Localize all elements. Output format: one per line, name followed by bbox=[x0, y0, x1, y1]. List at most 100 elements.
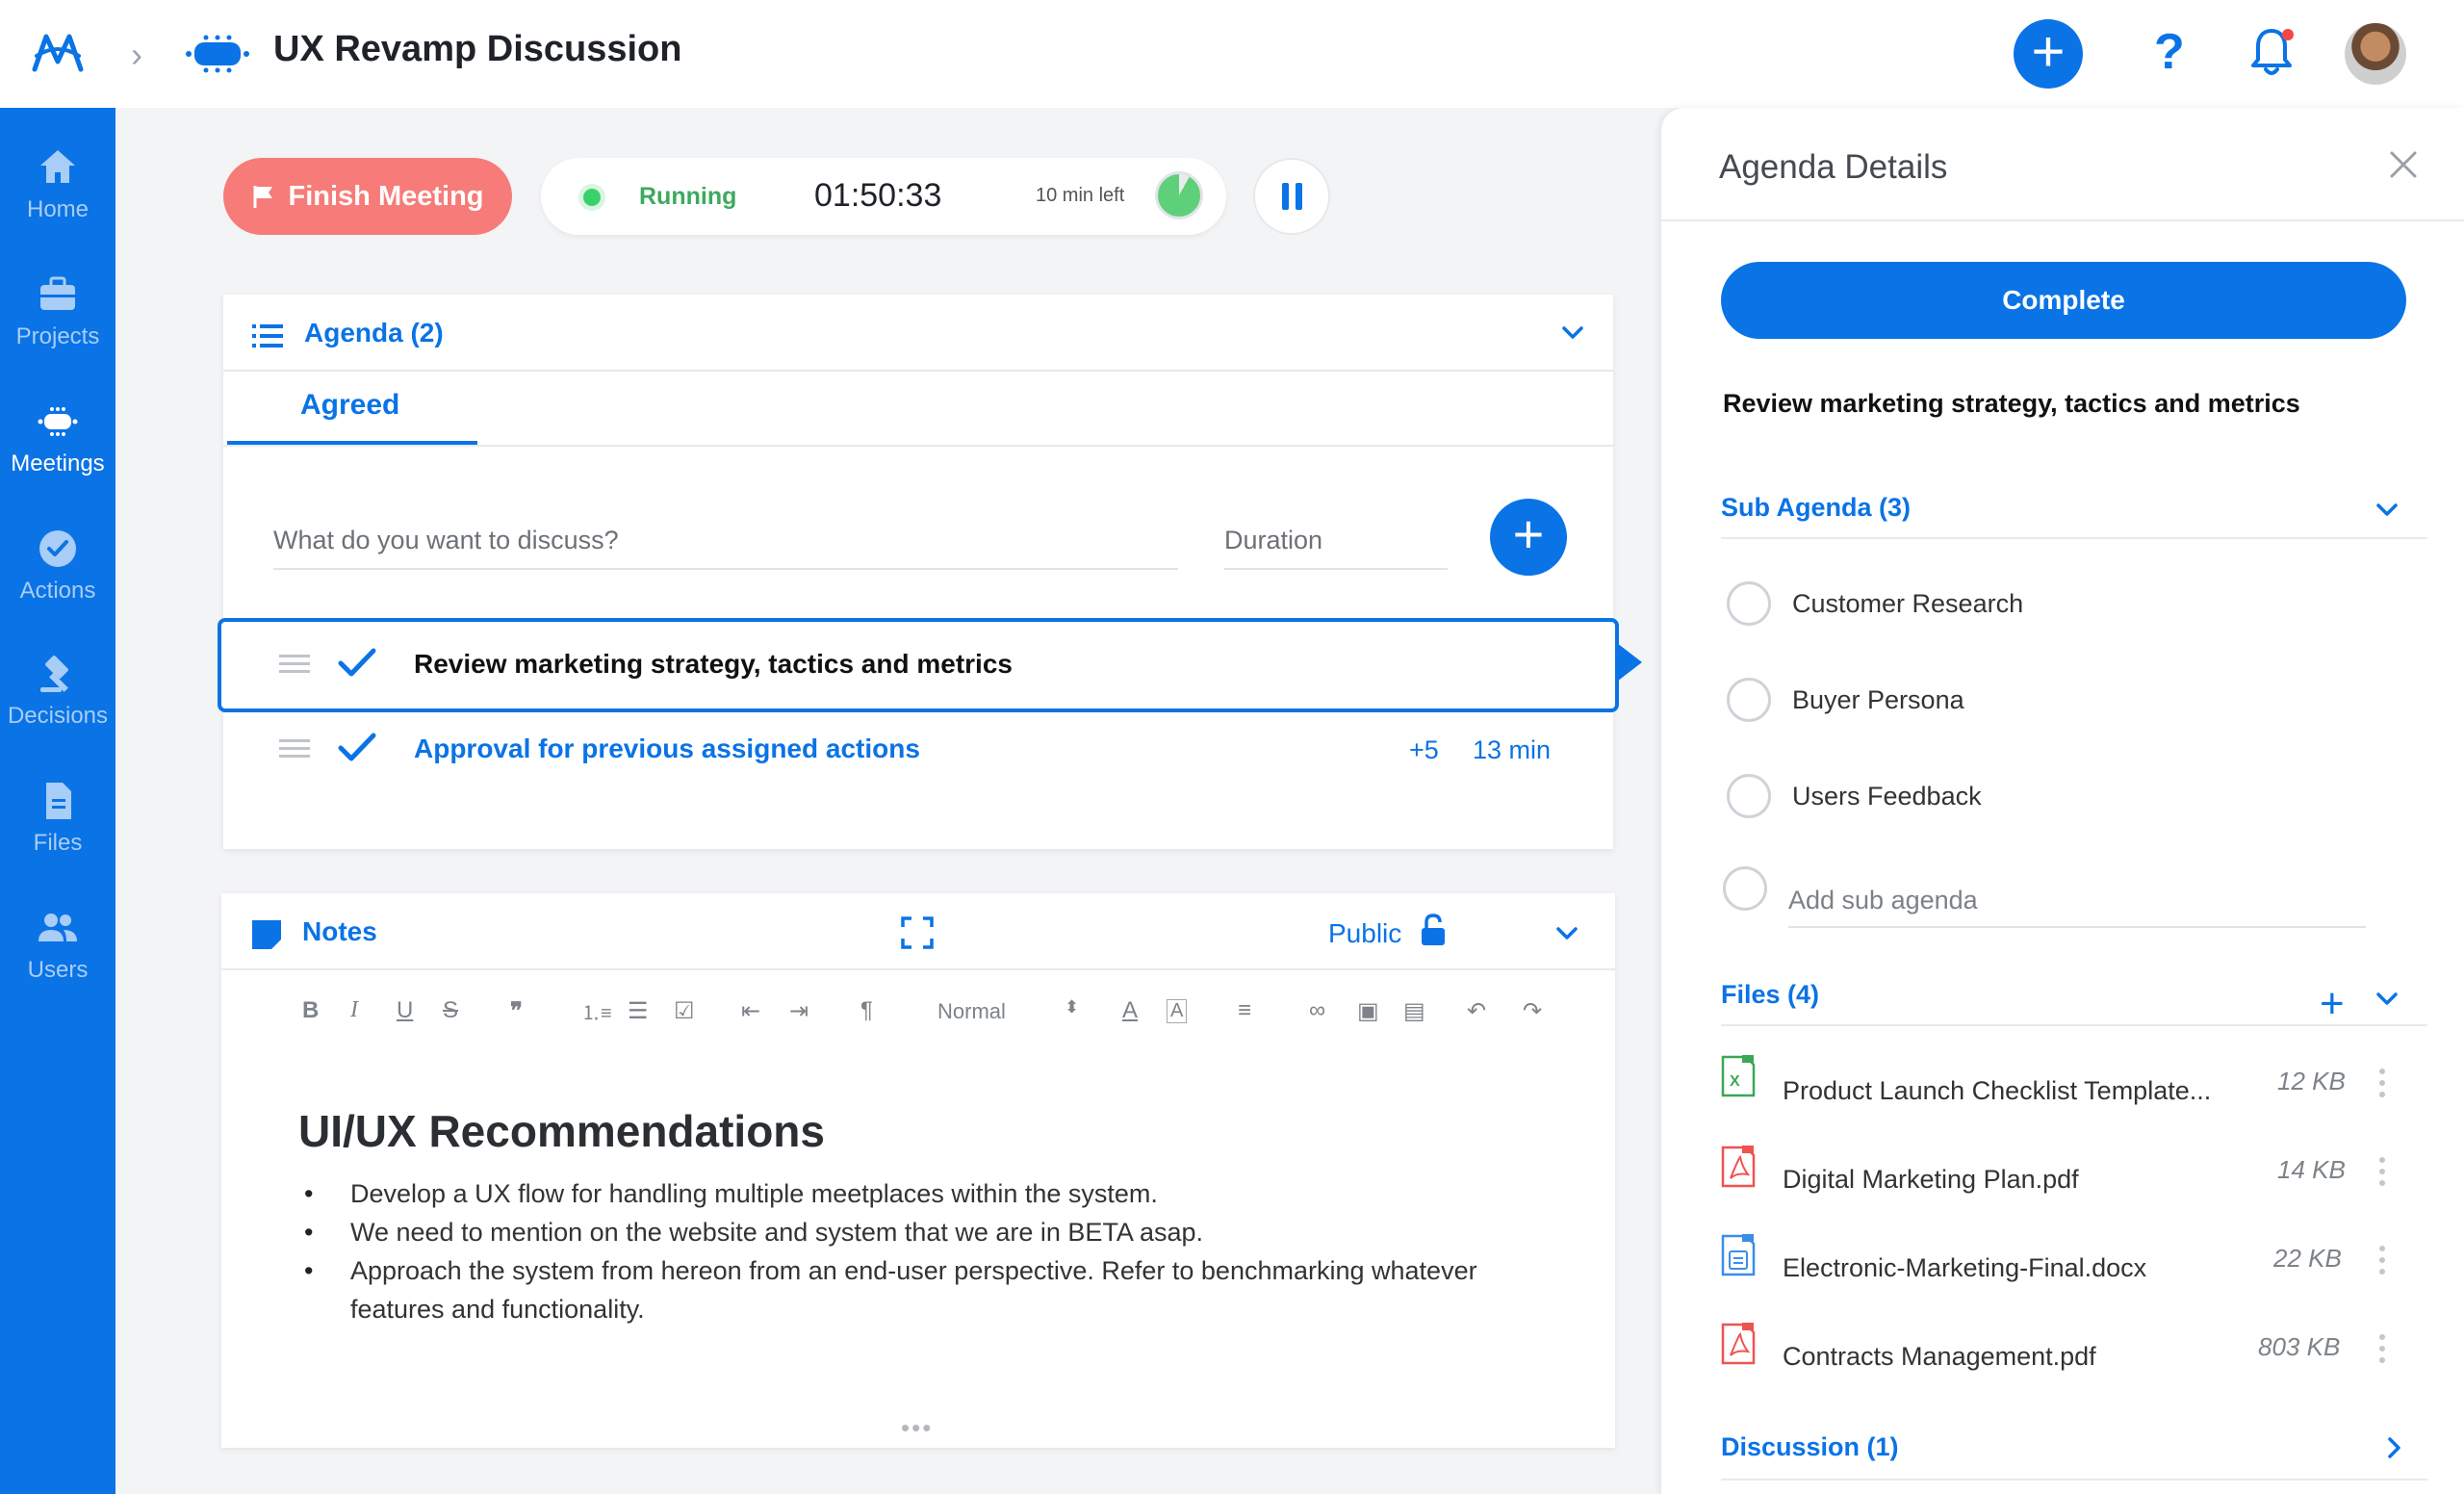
more-options-icon[interactable] bbox=[2379, 1157, 2387, 1192]
file-name[interactable]: Electronic-Marketing-Final.docx bbox=[1783, 1253, 2146, 1283]
visibility-label[interactable]: Public bbox=[1328, 918, 1401, 949]
file-size: 14 KB bbox=[2277, 1155, 2346, 1184]
sidebar: Home Projects Meetings Actions Decisions… bbox=[0, 108, 116, 1494]
close-icon[interactable] bbox=[2387, 148, 2420, 181]
sidebar-item-files[interactable]: Files bbox=[0, 780, 116, 895]
video-icon[interactable]: ▤ bbox=[1403, 997, 1425, 1025]
sub-agenda-checkbox[interactable] bbox=[1727, 774, 1771, 818]
indent-icon[interactable]: ⇥ bbox=[789, 997, 808, 1025]
chevron-down-icon[interactable] bbox=[1553, 920, 1580, 947]
more-options-icon[interactable] bbox=[2379, 1334, 2387, 1369]
highlight-icon[interactable]: A bbox=[1167, 999, 1188, 1023]
divider bbox=[223, 445, 1613, 447]
sidebar-item-decisions[interactable]: Decisions bbox=[0, 653, 116, 768]
plus-icon[interactable]: + bbox=[2014, 19, 2083, 89]
files-title[interactable]: Files (4) bbox=[1721, 980, 1819, 1010]
chevron-down-icon[interactable] bbox=[2374, 497, 2400, 524]
app-logo-icon[interactable] bbox=[27, 23, 89, 85]
complete-button[interactable]: Complete bbox=[1721, 262, 2406, 339]
notes-heading[interactable]: UI/UX Recommendations bbox=[298, 1105, 825, 1157]
agenda-item-text: Review marketing strategy, tactics and m… bbox=[414, 649, 1013, 679]
chevron-down-icon[interactable] bbox=[2374, 986, 2400, 1013]
chevron-down-icon[interactable] bbox=[1559, 320, 1586, 347]
outdent-icon[interactable]: ⇤ bbox=[741, 997, 760, 1025]
divider bbox=[223, 370, 1613, 372]
quote-icon[interactable]: ❞ bbox=[510, 997, 523, 1025]
agenda-card: Agenda (2) Agreed + bbox=[223, 295, 1613, 849]
tab-agreed[interactable]: Agreed bbox=[300, 389, 399, 422]
check-icon[interactable] bbox=[337, 647, 377, 680]
italic-icon[interactable]: I bbox=[350, 997, 358, 1023]
svg-text:X: X bbox=[1730, 1073, 1740, 1090]
underline-icon[interactable]: U bbox=[397, 997, 413, 1024]
users-icon bbox=[38, 914, 77, 941]
file-name[interactable]: Product Launch Checklist Template... bbox=[1783, 1076, 2211, 1106]
pause-icon bbox=[1295, 183, 1302, 210]
bold-icon[interactable]: B bbox=[302, 997, 319, 1024]
agenda-item-duration: 13 min bbox=[1473, 735, 1552, 764]
pause-button[interactable] bbox=[1253, 158, 1330, 235]
pdf-file-icon bbox=[1721, 1146, 1756, 1188]
resize-handle-icon[interactable]: ••• bbox=[901, 1413, 933, 1443]
list-icon bbox=[252, 324, 283, 348]
avatar[interactable] bbox=[2345, 23, 2406, 85]
sidebar-item-label: Home bbox=[26, 196, 90, 222]
file-name[interactable]: Contracts Management.pdf bbox=[1783, 1342, 2096, 1372]
file-name[interactable]: Digital Marketing Plan.pdf bbox=[1783, 1165, 2079, 1195]
strikethrough-icon[interactable]: S bbox=[443, 997, 458, 1024]
duration-input[interactable] bbox=[1224, 512, 1448, 570]
sidebar-item-actions[interactable]: Actions bbox=[0, 528, 116, 643]
more-options-icon[interactable] bbox=[2379, 1069, 2387, 1103]
elapsed-time: 01:50:33 bbox=[814, 177, 942, 214]
panel-title: Agenda Details bbox=[1719, 148, 1948, 186]
add-sub-agenda-input[interactable] bbox=[1788, 874, 2366, 928]
agenda-item-text[interactable]: Approval for previous assigned actions bbox=[414, 734, 920, 764]
divider bbox=[221, 968, 1615, 970]
sidebar-item-home[interactable]: Home bbox=[0, 146, 116, 262]
select-arrows-icon[interactable]: ⬍ bbox=[1065, 997, 1079, 1017]
running-status-dot bbox=[583, 189, 601, 206]
ordered-list-icon[interactable]: ⒈≡ bbox=[581, 997, 612, 1025]
add-file-icon[interactable]: + bbox=[2320, 980, 2345, 1028]
font-color-icon[interactable]: A bbox=[1122, 997, 1138, 1024]
chevron-right-icon[interactable] bbox=[2383, 1434, 2406, 1461]
more-options-icon[interactable] bbox=[2379, 1246, 2387, 1280]
link-icon[interactable]: ∞ bbox=[1309, 997, 1325, 1024]
sub-agenda-checkbox[interactable] bbox=[1727, 581, 1771, 626]
drag-handle-icon[interactable] bbox=[279, 739, 310, 759]
agenda-item-count[interactable]: +5 bbox=[1409, 735, 1439, 765]
add-agenda-button[interactable]: + bbox=[1490, 499, 1567, 576]
sub-agenda-checkbox[interactable] bbox=[1727, 678, 1771, 722]
drag-handle-icon[interactable] bbox=[279, 655, 310, 674]
image-icon[interactable]: ▣ bbox=[1357, 997, 1379, 1025]
time-progress-pie bbox=[1155, 171, 1203, 219]
notes-icon bbox=[252, 920, 281, 949]
finish-meeting-button[interactable]: Finish Meeting bbox=[223, 158, 512, 235]
sub-agenda-title[interactable]: Sub Agenda (3) bbox=[1721, 493, 1911, 523]
sidebar-item-projects[interactable]: Projects bbox=[0, 273, 116, 389]
help-icon[interactable]: ? bbox=[2154, 23, 2185, 81]
discuss-input[interactable] bbox=[273, 512, 1178, 570]
divider bbox=[1721, 537, 2427, 539]
expand-icon[interactable] bbox=[901, 916, 934, 949]
bullet-list-icon[interactable]: ☰ bbox=[628, 997, 649, 1025]
check-icon[interactable] bbox=[337, 732, 377, 764]
gavel-icon bbox=[40, 656, 68, 692]
lock-icon[interactable] bbox=[1419, 913, 1448, 947]
chevron-right-icon: › bbox=[131, 35, 142, 74]
agenda-title: Agenda (2) bbox=[304, 318, 444, 348]
checklist-icon[interactable]: ☑ bbox=[674, 997, 695, 1025]
format-select[interactable]: Normal bbox=[937, 999, 1006, 1024]
discussion-title[interactable]: Discussion (1) bbox=[1721, 1432, 1899, 1462]
undo-icon[interactable]: ↶ bbox=[1467, 997, 1486, 1025]
sub-agenda-item: Users Feedback bbox=[1792, 782, 1982, 811]
align-icon[interactable]: ≡ bbox=[1238, 997, 1251, 1024]
meeting-timer: Running 01:50:33 10 min left bbox=[541, 158, 1226, 235]
redo-icon[interactable]: ↷ bbox=[1523, 997, 1542, 1025]
home-icon bbox=[40, 150, 75, 183]
text-direction-icon[interactable]: ¶ bbox=[860, 997, 873, 1024]
sidebar-item-meetings[interactable]: Meetings bbox=[0, 400, 116, 516]
sidebar-item-users[interactable]: Users bbox=[0, 907, 116, 1022]
add-sub-agenda-checkbox[interactable] bbox=[1723, 866, 1767, 911]
notes-bullet-list[interactable]: Develop a UX flow for handling multiple … bbox=[304, 1174, 1553, 1328]
